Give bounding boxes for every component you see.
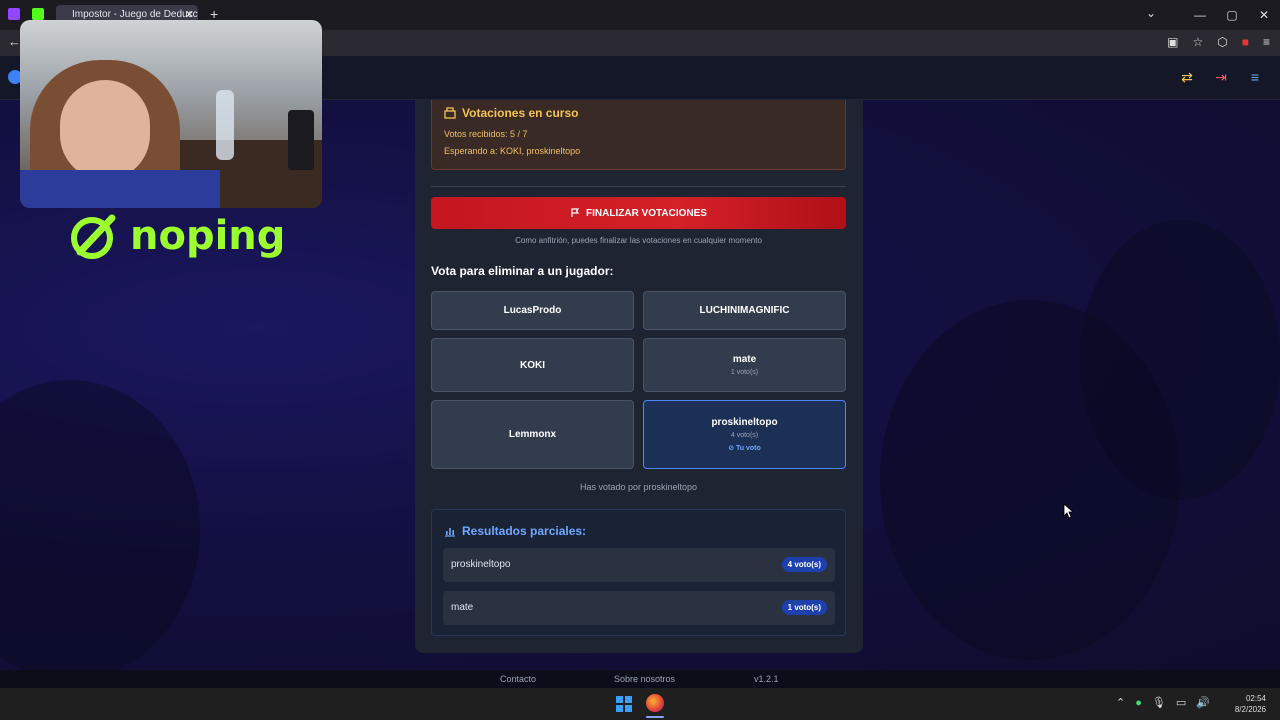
result-row: proskineltopo 4 voto(s) [443, 548, 835, 582]
webcam-overlay [20, 20, 322, 208]
extensions-icon[interactable]: ⬡ [1217, 35, 1227, 49]
bookmark-star-icon[interactable]: ☆ [1192, 35, 1203, 49]
your-vote-label: Tu voto [736, 445, 761, 452]
extension-badge-icon[interactable]: ■ [1242, 35, 1249, 49]
twitch-icon[interactable] [8, 8, 20, 20]
result-row: mate 1 voto(s) [443, 591, 835, 625]
noping-wordmark: noping [130, 213, 286, 259]
close-window-button[interactable]: ✕ [1248, 0, 1280, 30]
theater-mask-shape [1080, 220, 1280, 500]
maximize-button[interactable]: ▢ [1216, 0, 1248, 30]
webcam-mug [288, 110, 314, 170]
windows-taskbar: ⌃ ● 🎙 ▭ 🔊 02:54 8/2/2026 [0, 688, 1280, 720]
status-title-row: Votaciones en curso [444, 106, 833, 120]
player-vote-count: 1 voto(s) [730, 369, 759, 376]
result-name: mate [451, 602, 474, 613]
site-footer: Contacto Sobre nosotros v1.2.1 [0, 670, 1280, 688]
waiting-for: Esperando a: KOKI, proskineltopo [444, 146, 581, 156]
votes-received: Votos recibidos: 5 / 7 [444, 129, 528, 139]
player-name: LUCHINIMAGNIFIC [699, 305, 790, 316]
ballot-box-icon [444, 107, 456, 119]
divider [431, 186, 846, 187]
result-name: proskineltopo [451, 559, 511, 570]
finalize-votes-button[interactable]: FINALIZAR VOTACIONES [431, 197, 846, 229]
taskbar-clock[interactable]: 02:54 8/2/2026 [1235, 693, 1266, 715]
mouse-cursor-icon [1063, 503, 1073, 519]
check-circle-icon: ⊘ [728, 445, 737, 452]
minimize-button[interactable]: — [1184, 0, 1216, 30]
tab-title: Impostor - Juego de Deducción [72, 9, 198, 20]
finalize-label: FINALIZAR VOTACIONES [586, 207, 707, 219]
player-name: Lemmonx [508, 429, 557, 440]
theater-mask-shape [0, 380, 200, 670]
system-tray: ⌃ ● 🎙 ▭ 🔊 [1116, 696, 1210, 710]
status-dot-icon[interactable]: ● [1135, 697, 1142, 709]
flag-icon [571, 208, 580, 217]
clock-time: 02:54 [1245, 694, 1266, 703]
webcam-face [60, 80, 150, 180]
monitor-icon[interactable]: ▭ [1176, 696, 1186, 709]
player-name: mate [732, 354, 757, 365]
player-vote-count: 4 voto(s) [730, 432, 759, 439]
version-label: v1.2.1 [754, 674, 779, 684]
kick-icon[interactable] [32, 8, 44, 20]
tray-overflow-chevron-icon[interactable]: ⌃ [1116, 696, 1125, 709]
voting-status-card: Votaciones en curso Votos recibidos: 5 /… [431, 100, 846, 170]
vote-heading: Vota para eliminar a un jugador: [431, 264, 614, 278]
result-votes-badge: 4 voto(s) [781, 557, 827, 572]
menu-icon[interactable]: ≡ [1263, 35, 1270, 49]
webcam-shirt [20, 170, 220, 208]
player-name: LucasProdo [503, 305, 562, 316]
about-link[interactable]: Sobre nosotros [614, 674, 675, 684]
switch-icon[interactable]: ⇄ [1178, 69, 1196, 87]
hamburger-menu-icon[interactable]: ≡ [1246, 69, 1264, 87]
speaker-icon[interactable]: 🔊 [1196, 696, 1210, 709]
bar-chart-icon [445, 528, 455, 537]
windows-start-icon[interactable] [616, 696, 632, 712]
firefox-icon[interactable] [646, 694, 664, 712]
header-actions: ⇄ ⇥ ≡ [1178, 69, 1264, 87]
your-vote-badge: ⊘ Tu voto [728, 444, 761, 452]
result-votes-badge: 1 voto(s) [781, 600, 827, 615]
webcam-bottle [216, 90, 234, 160]
microphone-icon[interactable]: 🎙 [1152, 696, 1166, 709]
contact-link[interactable]: Contacto [500, 674, 536, 684]
voting-panel: Votaciones en curso Votos recibidos: 5 /… [415, 100, 863, 653]
voted-note: Has votado por proskineltopo [579, 482, 698, 492]
player-button-koki[interactable]: KOKI [431, 338, 634, 392]
player-name: proskineltopo [711, 417, 778, 428]
toolbar-icons: ▣ ☆ ⬡ ■ ≡ [1167, 35, 1270, 49]
window-controls: — ▢ ✕ [1184, 0, 1280, 30]
player-button-luchinimagnific[interactable]: LUCHINIMAGNIFIC [643, 291, 846, 330]
logout-icon[interactable]: ⇥ [1212, 69, 1230, 87]
player-button-proskineltopo[interactable]: proskineltopo 4 voto(s) ⊘ Tu voto [643, 400, 846, 469]
partial-results-card: Resultados parciales: proskineltopo 4 vo… [431, 509, 846, 636]
clock-date: 8/2/2026 [1234, 705, 1266, 714]
tab-list-chevron-icon[interactable]: ⌄ [1146, 6, 1156, 20]
player-button-lemmonx[interactable]: Lemmonx [431, 400, 634, 469]
host-hint: Como anfitrión, puedes finalizar las vot… [515, 236, 762, 245]
player-name: KOKI [520, 359, 545, 371]
noping-mark-icon [71, 214, 116, 259]
active-app-indicator [646, 716, 664, 718]
results-title-row: Resultados parciales: [444, 524, 586, 538]
player-button-mate[interactable]: mate 1 voto(s) [643, 338, 846, 392]
player-button-lucasprodo[interactable]: LucasProdo [431, 291, 634, 330]
results-title: Resultados parciales: [462, 524, 587, 538]
pinned-tabs [8, 8, 44, 20]
status-title: Votaciones en curso [462, 106, 579, 120]
noping-logo: noping [66, 212, 285, 260]
reader-view-icon[interactable]: ▣ [1167, 35, 1178, 49]
